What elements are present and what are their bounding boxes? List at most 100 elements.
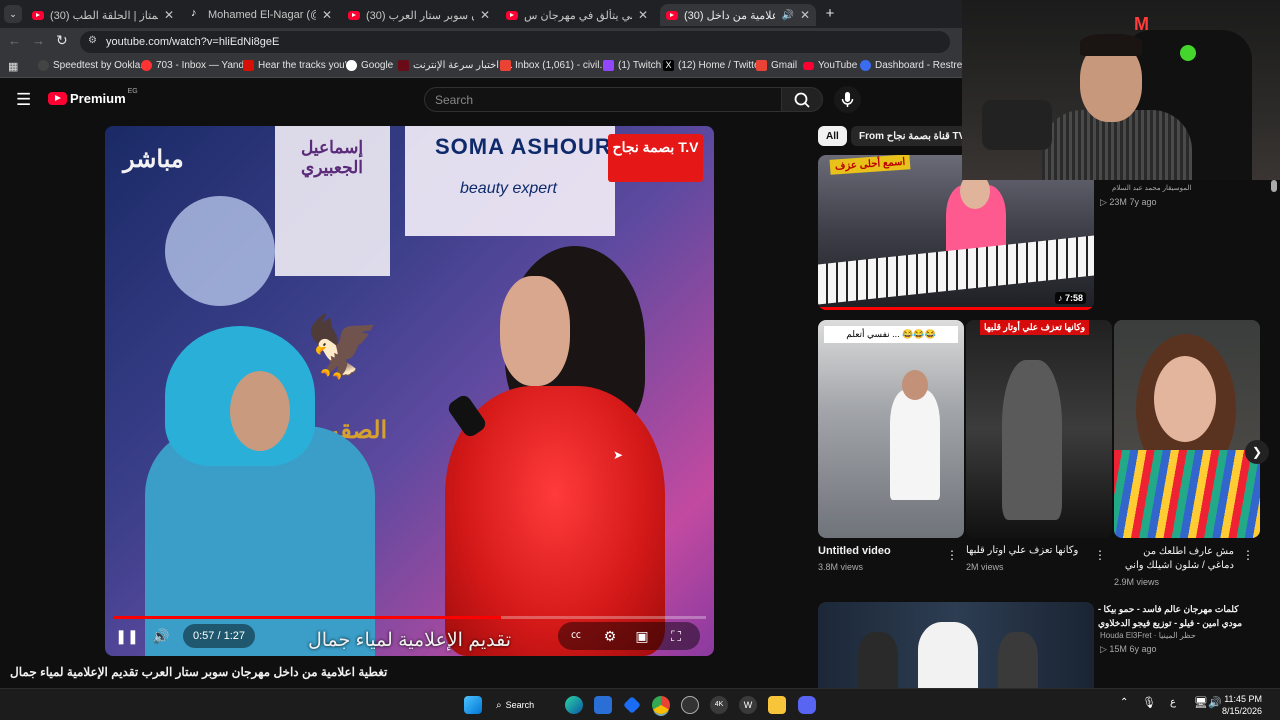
video-thumbnail[interactable] [818, 602, 1094, 688]
bookmark-item[interactable]: X (12) Home / Twitter [663, 60, 763, 71]
browser-tab[interactable]: (30) مهرجان سوبر ستار العرب - ... ✕ [342, 4, 496, 26]
system-clock[interactable]: 11:45 PM 8/15/2026 [1222, 693, 1262, 717]
chrome-icon[interactable] [652, 696, 670, 714]
proton-vpn-icon[interactable] [623, 696, 641, 714]
short-title[interactable]: مش عارف اطلعك من دماغي / شلون اشيلك واني… [1114, 545, 1234, 573]
taskbar-search-label: Search [505, 700, 535, 710]
microphone-tray-icon[interactable]: 🎙 [1142, 696, 1156, 709]
bookmark-label: Speedtest by Ookla... [53, 60, 149, 71]
pause-button[interactable]: ❚❚ [113, 624, 141, 648]
close-tab-icon[interactable]: ✕ [800, 8, 810, 22]
more-options-icon[interactable]: ⋮ [1094, 548, 1106, 562]
menu-icon[interactable]: ☰ [16, 90, 31, 110]
channel-badge: بصمة نجاح T.V [608, 134, 703, 182]
apps-icon[interactable]: ▦ [8, 60, 18, 73]
reload-icon[interactable]: ↻ [56, 32, 68, 49]
more-options-icon[interactable]: ⋮ [1242, 548, 1254, 562]
4k-downloader-icon[interactable]: 4K [710, 696, 728, 714]
channel-name[interactable]: Houda El3Fret · حظر المينيا [1100, 631, 1196, 640]
browser-tab[interactable]: Mohamed El-Nagar (@nagarel ✕ [184, 4, 338, 26]
search-input[interactable]: Search [424, 87, 782, 112]
tab-title: Mohamed El-Nagar (@nagarel [208, 9, 316, 21]
person-face [230, 371, 290, 451]
file-explorer-icon[interactable] [768, 696, 786, 714]
bookmark-label: Hear the tracks you'... [258, 60, 355, 71]
address-bar-row: ← → ↻ ⚙ youtube.com/watch?v=hliEdNi8geE [0, 28, 962, 56]
bookmark-item[interactable]: Speedtest by Ookla... [38, 60, 149, 71]
mail-app-icon[interactable] [594, 696, 612, 714]
close-tab-icon[interactable]: ✕ [480, 8, 490, 22]
bookmark-item[interactable]: Dashboard - Restre... [860, 60, 971, 71]
chip-from-channel[interactable]: From قناة بصمة نجاح TV [851, 126, 974, 146]
close-tab-icon[interactable]: ✕ [638, 8, 648, 22]
scrollbar-thumb[interactable] [1271, 180, 1277, 192]
discord-icon[interactable] [798, 696, 816, 714]
url-field[interactable]: ⚙ youtube.com/watch?v=hliEdNi8geE [80, 31, 950, 53]
volume-icon[interactable]: 🔊 [1208, 696, 1222, 709]
browser-tab[interactable]: حسان العربي يتألق في مهرجان س... ✕ [500, 4, 654, 26]
browser-tab[interactable]: (30) السبت الممتاز | الحلقة الطب ✕ [26, 4, 180, 26]
short-thumbnail[interactable] [1114, 320, 1260, 538]
person-figure [998, 632, 1038, 688]
wordpad-icon[interactable]: W [739, 696, 757, 714]
brand-logo-text: SOMA ASHOUR [435, 134, 612, 159]
show-hidden-icons-icon[interactable]: ⌃ [1120, 697, 1128, 708]
short-thumbnail[interactable]: وكانها تعزف علي أوتار قلبها [966, 320, 1112, 538]
volume-button[interactable]: 🔊 [147, 624, 175, 648]
tab-list-button[interactable]: ⌄ [4, 5, 22, 23]
video-title[interactable]: كلمات مهرجان عالم فاسد - حمو بيكا - مودي… [1098, 602, 1260, 630]
voice-search-button[interactable] [834, 86, 861, 113]
bookmark-item[interactable]: Hear the tracks you'... [243, 60, 355, 71]
bookmark-item[interactable]: Gmail [756, 60, 797, 71]
settings-gear-icon[interactable]: ⚙ [596, 624, 624, 648]
right-controls: ㏄ ⚙ ▣ ⛶ [558, 622, 700, 650]
time-separator: / [214, 630, 224, 642]
steam-icon[interactable] [681, 696, 699, 714]
brand-name-text: إسماعيل الجعبيري [300, 138, 364, 177]
mouse-cursor-icon: ➤ [613, 448, 624, 462]
forward-icon[interactable]: → [32, 33, 45, 48]
bookmark-item[interactable]: 703 - Inbox — Yand... [141, 60, 252, 71]
youtube-header: ☰ Premium EG Search [0, 80, 962, 120]
channel-name[interactable]: الموسيقار محمد عبد السلام [1112, 184, 1191, 192]
browser-tab-active[interactable]: (30) تغطية اعلامية من داخل... 🔊 ✕ [660, 4, 816, 26]
more-options-icon[interactable]: ⋮ [946, 548, 958, 562]
network-icon[interactable]: 🖥 [1194, 696, 1208, 709]
bookmark-item[interactable]: Google [346, 60, 393, 71]
next-shorts-button[interactable]: ❯ [1245, 440, 1269, 464]
site-info-icon[interactable]: ⚙ [88, 35, 97, 46]
short-caption: نفسي أتعلم ... 😂😂😂 [824, 326, 958, 343]
person-figure [918, 622, 978, 688]
bookmark-label: Dashboard - Restre... [875, 60, 971, 71]
microphone-arm [982, 100, 1052, 150]
fullscreen-icon[interactable]: ⛶ [662, 624, 690, 648]
back-icon[interactable]: ← [8, 33, 21, 48]
captions-icon[interactable]: ㏄ [562, 624, 590, 648]
short-title[interactable]: وكانها تعزف علي أوتار قلبها [966, 545, 1086, 556]
close-tab-icon[interactable]: ✕ [322, 8, 332, 22]
short-title[interactable]: Untitled video [818, 545, 891, 557]
video-player[interactable]: إسماعيل الجعبيري SOMA ASHOUR beauty expe… [105, 126, 714, 656]
bookmark-item[interactable]: اختبار سرعة الإنترنت |... [398, 60, 513, 71]
start-windows-icon[interactable] [464, 696, 482, 714]
edge-icon[interactable] [565, 696, 583, 714]
close-tab-icon[interactable]: ✕ [164, 8, 174, 22]
language-indicator[interactable]: ع [1170, 697, 1176, 708]
bookmark-item[interactable]: Inbox (1,061) - civil... [500, 60, 608, 71]
bookmark-item[interactable]: YouTube [803, 60, 857, 71]
new-tab-button[interactable]: + [822, 5, 838, 23]
bookmark-label: Google [361, 60, 394, 71]
x-twitter-icon: X [663, 60, 674, 71]
taskbar-search[interactable]: ⌕ Search [496, 695, 548, 715]
bookmark-item[interactable]: (1) Twitch [603, 60, 661, 71]
short-caption: وكانها تعزف علي أوتار قلبها [980, 320, 1090, 335]
miniplayer-icon[interactable]: ▣ [628, 624, 656, 648]
google-icon [346, 60, 357, 71]
short-thumbnail[interactable]: نفسي أتعلم ... 😂😂😂 [818, 320, 964, 538]
chip-all[interactable]: All [818, 126, 847, 146]
short-views: 3.8M views [818, 562, 864, 572]
video-stats: ▷ 15M 6y ago [1100, 644, 1156, 655]
youtube-logo[interactable]: Premium EG [48, 88, 138, 106]
search-button[interactable] [781, 87, 823, 112]
restream-icon [860, 60, 871, 71]
